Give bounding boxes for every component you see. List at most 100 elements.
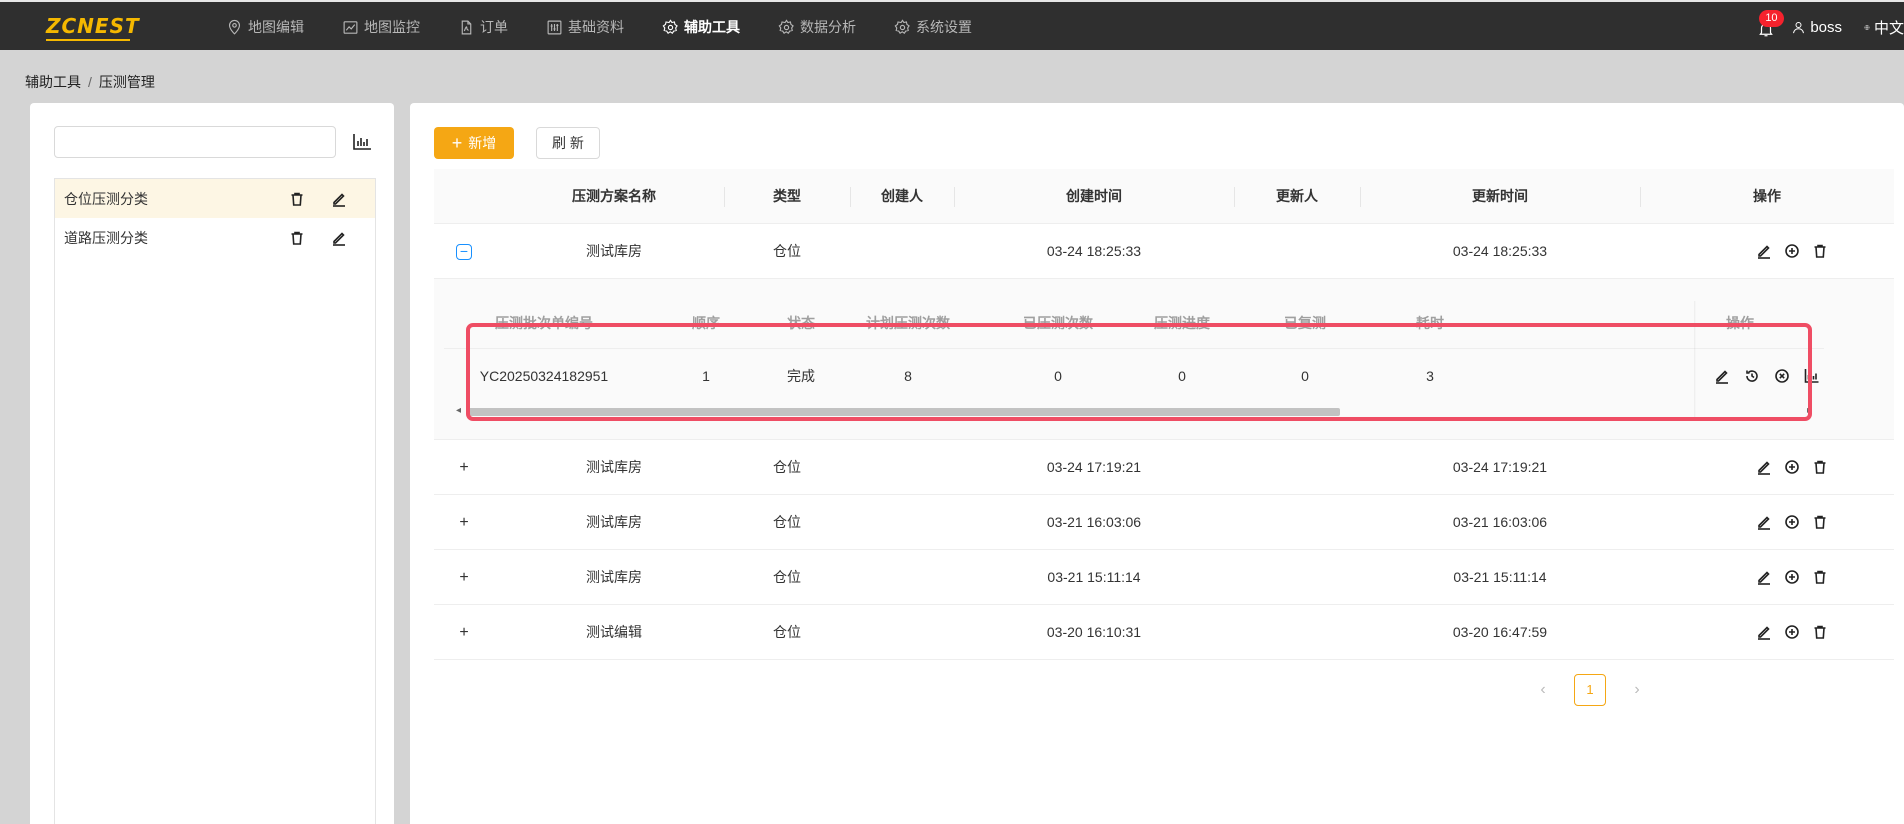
plan-type: 仓位: [773, 514, 801, 530]
category-list: 仓位压测分类 道路压测分类: [54, 178, 376, 824]
top-navbar: ZCNEST 地图编辑 地图监控 订单 基础资料 辅助工具 数据分析 系统设置: [0, 0, 1904, 50]
plan-type: 仓位: [773, 624, 801, 640]
delete-icon[interactable]: [1812, 243, 1828, 259]
breadcrumb-current: 压测管理: [98, 74, 155, 90]
breadcrumb: 辅助工具 / 压测管理: [25, 72, 155, 92]
delete-icon[interactable]: [1812, 514, 1828, 530]
user-icon: [1793, 21, 1805, 33]
category-item[interactable]: 仓位压测分类: [55, 179, 375, 218]
gear-icon: [894, 18, 910, 34]
plan-type: 仓位: [773, 243, 801, 259]
add-circle-icon[interactable]: [1784, 514, 1800, 530]
add-circle-icon[interactable]: [1784, 569, 1800, 585]
edit-icon[interactable]: [1756, 624, 1772, 640]
map-pin-icon: [228, 19, 241, 35]
globe-icon: [1864, 24, 1870, 30]
nav-label: 订单: [480, 19, 508, 35]
plan-updated-time: 03-21 15:11:14: [1453, 569, 1547, 585]
table-row: + 测试编辑 仓位 03-20 16:10:31 03-20 16:47:59: [434, 605, 1894, 660]
refresh-button[interactable]: 刷 新: [536, 127, 600, 159]
delete-icon[interactable]: [1812, 569, 1828, 585]
statistics-button[interactable]: [352, 133, 372, 151]
sliders-icon: [547, 20, 562, 34]
row-actions: [1756, 569, 1840, 585]
plan-name: 测试库房: [586, 243, 642, 259]
plan-creator: [850, 605, 954, 660]
category-item[interactable]: 道路压测分类: [55, 218, 375, 257]
breadcrumb-parent[interactable]: 辅助工具: [25, 74, 81, 90]
plan-updater: [1234, 550, 1360, 605]
edit-icon[interactable]: [331, 191, 347, 207]
next-page-icon[interactable]: ›: [1622, 675, 1652, 705]
delete-icon[interactable]: [1812, 459, 1828, 475]
plan-updated-time: 03-21 16:03:06: [1452, 514, 1548, 530]
edit-icon[interactable]: [1756, 514, 1772, 530]
plan-panel: + 新增 刷 新 压测方案名称 类型 创建人 创建时间 更新人 更新时间 操作 …: [410, 103, 1904, 824]
plan-creator: [850, 550, 954, 605]
add-button[interactable]: + 新增: [434, 127, 514, 159]
expand-row-icon[interactable]: +: [456, 625, 472, 641]
category-label: 仓位压测分类: [64, 190, 148, 207]
column-header: 类型: [773, 188, 801, 204]
plan-updater: [1234, 495, 1360, 550]
language-switch[interactable]: 中文: [1864, 17, 1904, 38]
bar-chart-icon: [353, 134, 371, 150]
header-right-tools: 10 boss 中文: [1757, 2, 1904, 52]
row-actions: [1756, 459, 1840, 475]
notification-badge: 10: [1759, 10, 1784, 27]
gear-icon: [778, 18, 794, 34]
edit-icon[interactable]: [1756, 243, 1772, 259]
scroll-left-icon[interactable]: ◂: [456, 405, 461, 416]
expand-row-icon[interactable]: +: [456, 570, 472, 586]
edit-icon[interactable]: [1756, 569, 1772, 585]
nav-item-map-monitor[interactable]: 地图监控: [342, 2, 420, 52]
plan-type: 仓位: [773, 569, 801, 585]
pagination: ‹ 1 ›: [1528, 674, 1652, 706]
document-icon: [461, 20, 472, 34]
add-label: 新增: [468, 135, 497, 151]
plan-updater: [1234, 224, 1360, 279]
row-actions: [1756, 624, 1840, 640]
user-menu[interactable]: boss: [1791, 19, 1842, 36]
highlight-annotation: [466, 323, 1812, 421]
delete-icon[interactable]: [289, 191, 305, 207]
table-row: + 测试库房 仓位 03-24 17:19:21 03-24 17:19:21: [434, 440, 1894, 495]
add-circle-icon[interactable]: [1784, 624, 1800, 640]
nav-item-analysis[interactable]: 数据分析: [778, 2, 856, 52]
plan-updater: [1234, 440, 1360, 495]
delete-icon[interactable]: [1812, 624, 1828, 640]
page-number[interactable]: 1: [1574, 674, 1606, 706]
plan-name: 测试库房: [586, 459, 642, 475]
nav-item-tools[interactable]: 辅助工具: [662, 2, 740, 52]
table-row: + 测试库房 仓位 03-21 15:11:14 03-21 15:11:14: [434, 550, 1894, 605]
collapse-row-icon[interactable]: −: [456, 244, 472, 260]
plan-table: 压测方案名称 类型 创建人 创建时间 更新人 更新时间 操作 − 测试库房 仓位…: [434, 169, 1894, 660]
nav-item-settings[interactable]: 系统设置: [894, 2, 972, 52]
prev-page-icon[interactable]: ‹: [1528, 675, 1558, 705]
expand-row-icon[interactable]: +: [456, 515, 472, 531]
edit-icon[interactable]: [331, 230, 347, 246]
gear-icon: [662, 18, 678, 34]
add-circle-icon[interactable]: [1784, 243, 1800, 259]
column-header: 创建人: [881, 188, 923, 204]
edit-icon[interactable]: [1756, 459, 1772, 475]
expand-row-icon[interactable]: +: [456, 460, 472, 476]
category-panel: 仓位压测分类 道路压测分类: [30, 103, 394, 824]
nav-item-base-data[interactable]: 基础资料: [546, 2, 624, 52]
app-logo[interactable]: ZCNEST: [46, 14, 140, 41]
category-search-input[interactable]: [54, 126, 336, 158]
plan-created-time: 03-20 16:10:31: [1046, 624, 1142, 640]
add-circle-icon[interactable]: [1784, 459, 1800, 475]
plan-updater: [1234, 605, 1360, 660]
column-header: 更新人: [1276, 188, 1318, 204]
table-row: + 测试库房 仓位 03-21 16:03:06 03-21 16:03:06: [434, 495, 1894, 550]
nav-item-orders[interactable]: 订单: [458, 2, 508, 52]
plan-created-time: 03-21 15:11:14: [1047, 569, 1141, 585]
row-actions: [1756, 514, 1840, 530]
nav-label: 地图编辑: [248, 19, 304, 35]
column-header: 创建时间: [1066, 188, 1122, 204]
plan-created-time: 03-21 16:03:06: [1046, 514, 1142, 530]
delete-icon[interactable]: [289, 230, 305, 246]
notification-button[interactable]: 10: [1757, 10, 1784, 38]
nav-item-map-edit[interactable]: 地图编辑: [226, 2, 304, 52]
